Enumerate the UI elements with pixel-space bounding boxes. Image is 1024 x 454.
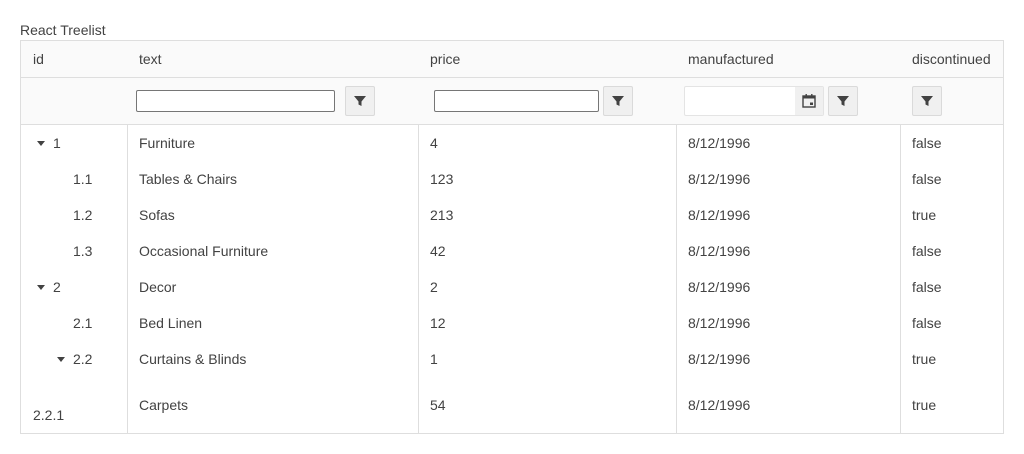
filter-icon bbox=[612, 96, 624, 106]
filter-cell-discontinued bbox=[900, 78, 1003, 124]
manufactured-cell: 8/12/1996 bbox=[688, 397, 751, 413]
manufactured-cell: 8/12/1996 bbox=[688, 135, 751, 151]
id-cell: 1.3 bbox=[21, 233, 127, 269]
row-id: 1 bbox=[53, 135, 61, 151]
header-row: id text price manufactured discontinued bbox=[21, 41, 1003, 78]
table-row[interactable]: 2.2 Curtains & Blinds 1 8/12/1996 true bbox=[21, 341, 1003, 377]
table-row[interactable]: 2.1 Bed Linen 12 8/12/1996 false bbox=[21, 305, 1003, 341]
column-header-text[interactable]: text bbox=[127, 41, 418, 77]
manufactured-cell: 8/12/1996 bbox=[688, 351, 751, 367]
id-cell: 1.1 bbox=[21, 161, 127, 197]
table-row[interactable]: 1.1 Tables & Chairs 123 8/12/1996 false bbox=[21, 161, 1003, 197]
caret-down-icon[interactable] bbox=[37, 140, 45, 146]
table-row[interactable]: 1.2 Sofas 213 8/12/1996 true bbox=[21, 197, 1003, 233]
price-cell: 213 bbox=[430, 207, 454, 223]
row-id: 1.1 bbox=[73, 171, 93, 187]
text-cell: Furniture bbox=[139, 135, 196, 151]
column-header-id[interactable]: id bbox=[21, 41, 127, 77]
price-cell: 12 bbox=[430, 315, 446, 331]
id-cell: 1.2 bbox=[21, 197, 127, 233]
column-header-manufactured[interactable]: manufactured bbox=[676, 41, 900, 77]
text-cell: Tables & Chairs bbox=[139, 171, 238, 187]
text-filter-input[interactable] bbox=[136, 90, 335, 112]
text-cell: Carpets bbox=[139, 397, 189, 413]
filter-icon bbox=[354, 96, 366, 106]
discontinued-cell: false bbox=[912, 315, 942, 331]
table-row[interactable]: 1 Furniture 4 8/12/1996 false bbox=[21, 125, 1003, 161]
column-header-discontinued[interactable]: discontinued bbox=[900, 41, 1003, 77]
row-id: 2.2.1 bbox=[33, 407, 65, 423]
price-cell: 4 bbox=[430, 135, 438, 151]
id-cell: 2.2.1 bbox=[21, 377, 127, 433]
table-row[interactable]: 2 Decor 2 8/12/1996 false bbox=[21, 269, 1003, 305]
text-cell: Decor bbox=[139, 279, 177, 295]
page-title: React Treelist bbox=[20, 22, 106, 38]
treelist: id text price manufactured discontinued bbox=[20, 40, 1004, 434]
id-cell: 2.1 bbox=[21, 305, 127, 341]
row-id: 1.3 bbox=[73, 243, 93, 259]
table-row[interactable]: 2.2.1 Carpets 54 8/12/1996 true bbox=[21, 377, 1003, 433]
discontinued-cell: true bbox=[912, 207, 937, 223]
row-id: 2.2 bbox=[73, 351, 93, 367]
filter-cell-price bbox=[418, 78, 676, 124]
manufactured-cell: 8/12/1996 bbox=[688, 243, 751, 259]
calendar-icon bbox=[802, 94, 816, 108]
filter-cell-manufactured bbox=[676, 78, 900, 124]
filter-icon bbox=[837, 96, 849, 106]
id-cell: 2.2 bbox=[21, 341, 127, 377]
price-filter-button[interactable] bbox=[603, 86, 633, 116]
row-id: 1.2 bbox=[73, 207, 93, 223]
manufactured-cell: 8/12/1996 bbox=[688, 207, 751, 223]
price-cell: 42 bbox=[430, 243, 446, 259]
column-header-price[interactable]: price bbox=[418, 41, 676, 77]
filter-cell-id bbox=[21, 78, 127, 124]
price-cell: 1 bbox=[430, 351, 438, 367]
price-filter-input[interactable] bbox=[434, 90, 599, 112]
discontinued-cell: false bbox=[912, 279, 942, 295]
text-filter-button[interactable] bbox=[345, 86, 375, 116]
date-filter-picker[interactable] bbox=[684, 86, 824, 116]
id-cell: 1 bbox=[21, 125, 127, 161]
discontinued-cell: false bbox=[912, 135, 942, 151]
filter-cell-text bbox=[127, 78, 418, 124]
discontinued-cell: false bbox=[912, 243, 942, 259]
table-row[interactable]: 1.3 Occasional Furniture 42 8/12/1996 fa… bbox=[21, 233, 1003, 269]
text-cell: Occasional Furniture bbox=[139, 243, 269, 259]
discontinued-cell: false bbox=[912, 171, 942, 187]
row-id: 2 bbox=[53, 279, 61, 295]
price-cell: 123 bbox=[430, 171, 454, 187]
text-cell: Curtains & Blinds bbox=[139, 351, 247, 367]
discontinued-filter-button[interactable] bbox=[912, 86, 942, 116]
id-cell: 2 bbox=[21, 269, 127, 305]
filter-row bbox=[21, 78, 1003, 125]
caret-down-icon[interactable] bbox=[37, 284, 45, 290]
discontinued-cell: true bbox=[912, 351, 937, 367]
caret-down-icon[interactable] bbox=[57, 356, 65, 362]
price-cell: 54 bbox=[430, 397, 446, 413]
text-cell: Bed Linen bbox=[139, 315, 203, 331]
price-cell: 2 bbox=[430, 279, 438, 295]
manufactured-cell: 8/12/1996 bbox=[688, 279, 751, 295]
manufactured-cell: 8/12/1996 bbox=[688, 171, 751, 187]
row-id: 2.1 bbox=[73, 315, 93, 331]
calendar-button[interactable] bbox=[795, 87, 823, 115]
discontinued-cell: true bbox=[912, 397, 937, 413]
date-filter-button[interactable] bbox=[828, 86, 858, 116]
text-cell: Sofas bbox=[139, 207, 175, 223]
manufactured-cell: 8/12/1996 bbox=[688, 315, 751, 331]
filter-icon bbox=[921, 96, 933, 106]
